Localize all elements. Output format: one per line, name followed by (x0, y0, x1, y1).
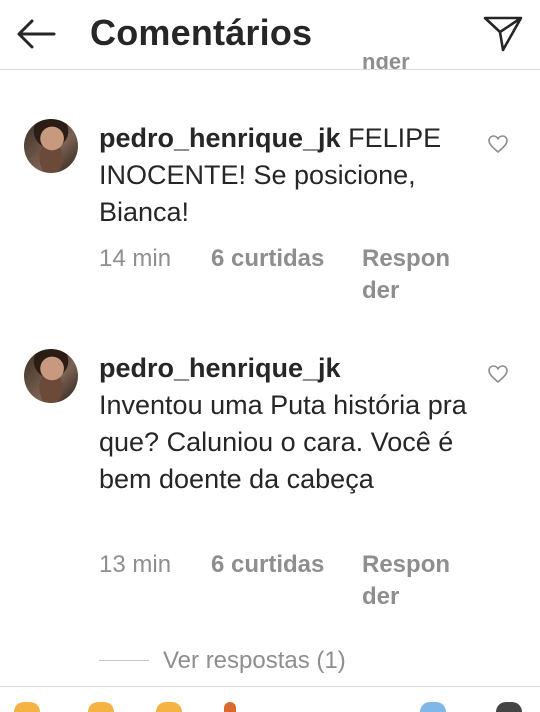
avatar[interactable] (24, 349, 78, 403)
emoji-shortcut[interactable] (224, 702, 236, 712)
comment-body: pedro_henrique_jk FELIPE INOCENTE! Se po… (99, 120, 479, 231)
comment-likes[interactable]: 6 curtidas (211, 549, 324, 581)
emoji-shortcut[interactable] (420, 702, 446, 712)
reply-button[interactable]: Responder (362, 549, 452, 613)
comment-text: Inventou uma Puta história pra que? Calu… (99, 390, 467, 494)
emoji-shortcut[interactable] (14, 702, 40, 712)
divider (0, 686, 540, 687)
comment-likes[interactable]: 6 curtidas (211, 243, 324, 275)
view-replies-label[interactable]: Ver respostas (1) (163, 646, 346, 676)
comment-username[interactable]: pedro_henrique_jk (99, 123, 341, 153)
direct-send-icon[interactable] (482, 14, 524, 54)
comment-time: 13 min (99, 551, 172, 578)
avatar[interactable] (24, 119, 78, 173)
back-arrow-icon[interactable] (14, 14, 58, 54)
emoji-shortcut[interactable] (156, 702, 182, 712)
comment-time: 14 min (99, 245, 172, 272)
like-heart-icon[interactable] (487, 134, 509, 154)
like-heart-icon[interactable] (487, 364, 509, 384)
comment-username[interactable]: pedro_henrique_jk (99, 353, 341, 383)
page-title: Comentários (90, 12, 313, 53)
partial-reply-text: nder (362, 56, 410, 70)
divider-line (99, 660, 149, 661)
emoji-shortcut[interactable] (88, 702, 114, 712)
reply-button[interactable]: Responder (362, 243, 452, 307)
top-bar: Comentários nder (0, 0, 540, 70)
comment-body: pedro_henrique_jk Inventou uma Puta hist… (99, 350, 479, 498)
emoji-shortcut[interactable] (496, 702, 522, 712)
